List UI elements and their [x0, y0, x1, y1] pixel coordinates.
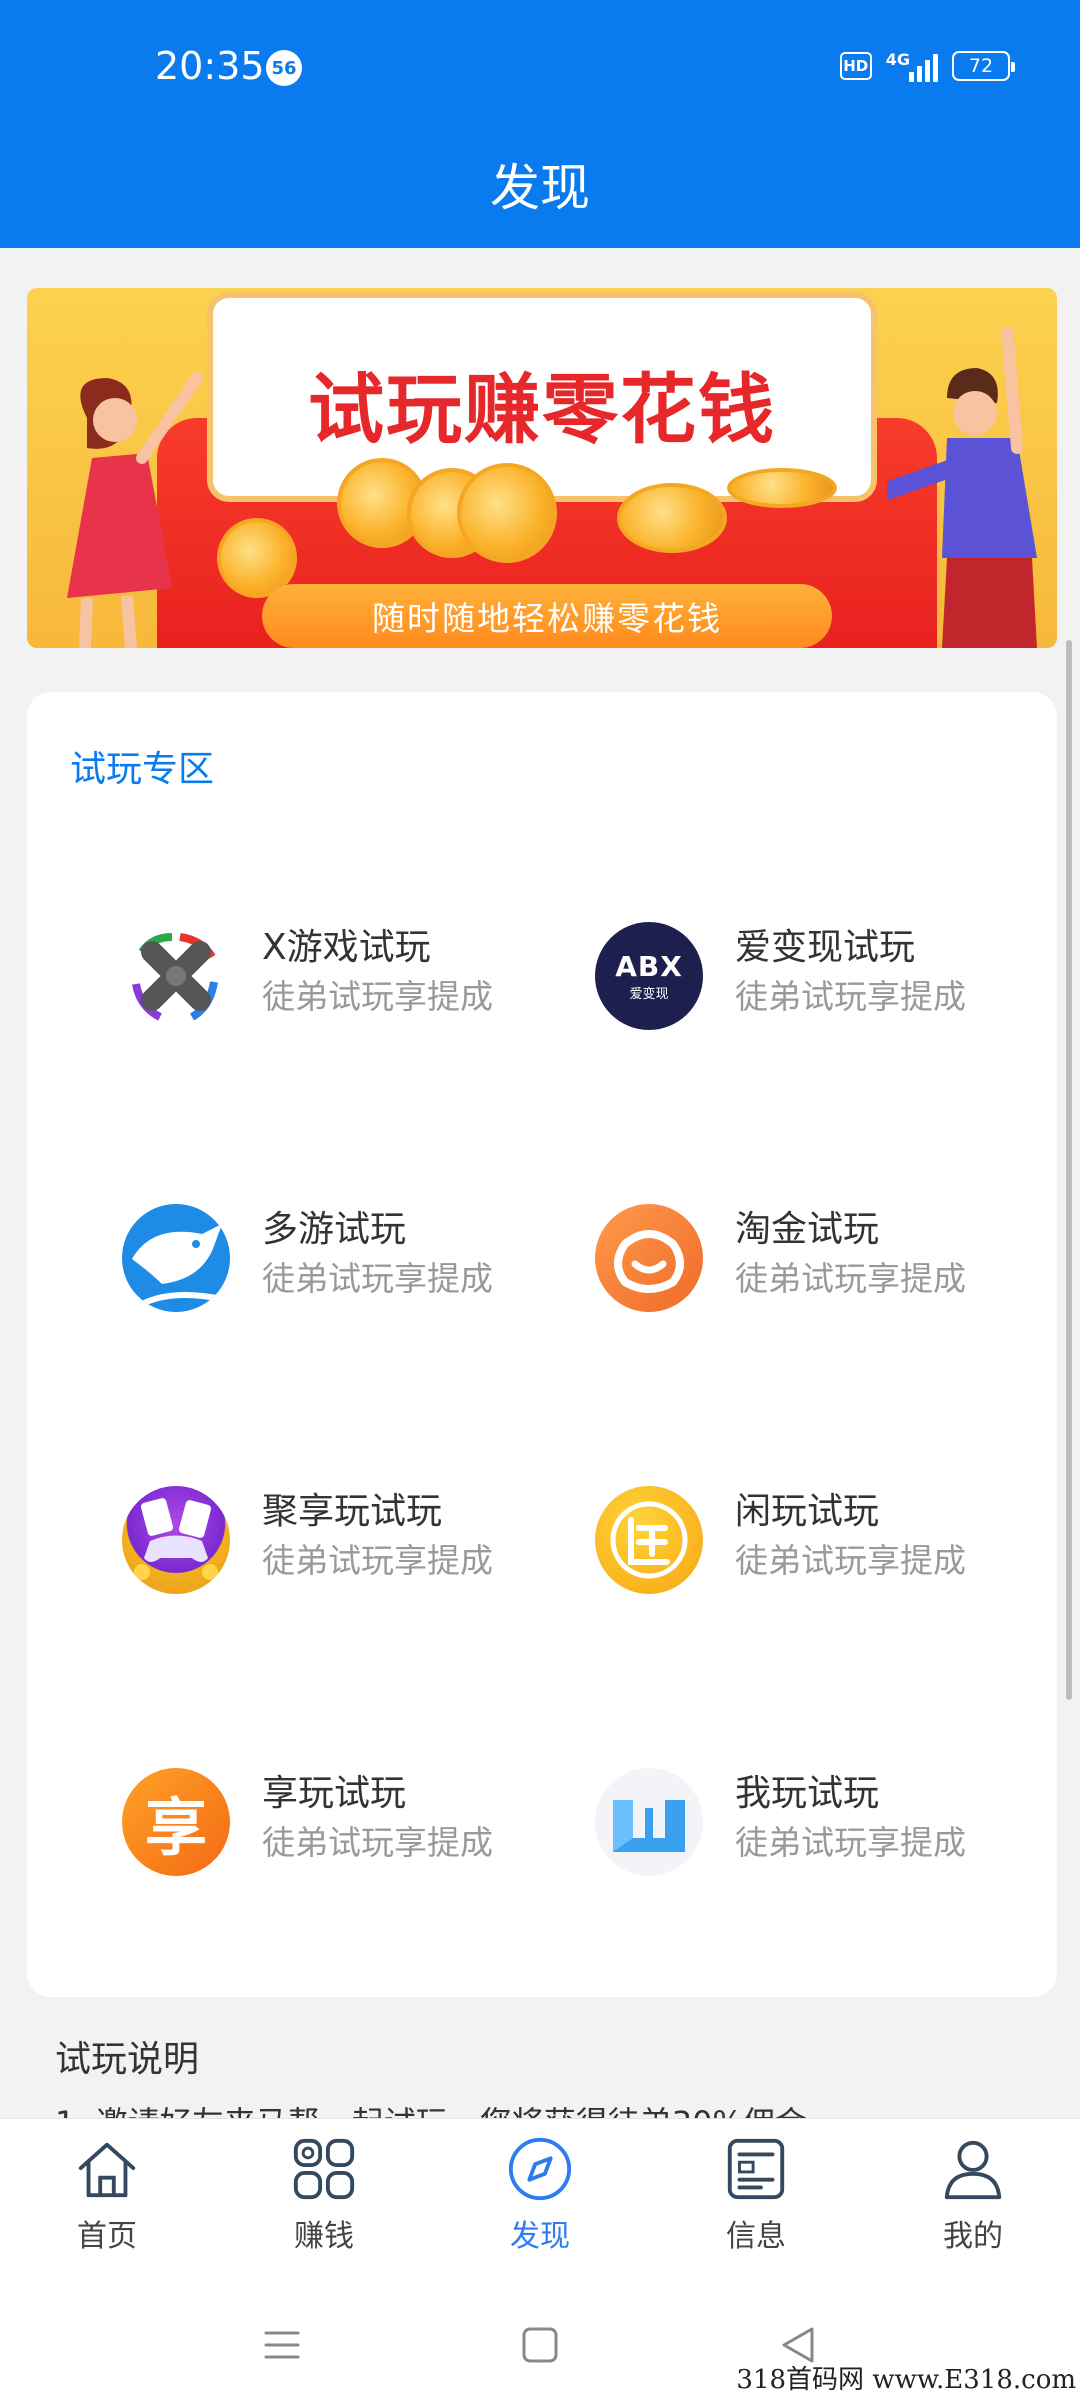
gamepad-cards-icon: [122, 1486, 230, 1594]
tab-home[interactable]: 首页: [27, 2135, 187, 2255]
tab-label: 首页: [77, 2219, 137, 2254]
compass-icon: [508, 2137, 572, 2201]
status-icons: HD 4G 72: [839, 50, 1015, 82]
trial-item-name: 爱变现试玩: [735, 927, 916, 968]
trial-item-desc: 徒弟试玩享提成: [735, 1541, 966, 1580]
tab-earn[interactable]: 赚钱: [244, 2135, 404, 2255]
grid-icon: [293, 2138, 355, 2200]
scrollbar[interactable]: [1066, 640, 1072, 1700]
w-logo-icon: [595, 1768, 703, 1876]
trial-item-desc: 徒弟试玩享提成: [262, 1259, 493, 1298]
news-icon: [727, 2138, 785, 2200]
trial-item-abx[interactable]: ABX 爱变现 爱变现试玩 徒弟试玩享提成: [595, 914, 1035, 1034]
banner-headline: 试玩赚零花钱: [308, 365, 776, 454]
banner-subtitle: 随时随地轻松赚零花钱: [262, 584, 832, 648]
abx-icon-text: ABX: [615, 950, 683, 983]
trial-item-name: 我玩试玩: [735, 1773, 880, 1814]
tab-label: 赚钱: [294, 2219, 354, 2254]
dolphin-icon: [122, 1204, 230, 1312]
notification-badge: 56: [266, 50, 302, 86]
tab-news[interactable]: 信息: [676, 2135, 836, 2255]
section-title: 试玩专区: [70, 749, 215, 790]
trial-item-name: 淘金试玩: [735, 1209, 880, 1250]
xianwan-coin-icon: [595, 1486, 703, 1594]
trial-item-name: X游戏试玩: [262, 927, 431, 968]
trial-item-name: 多游试玩: [262, 1209, 407, 1250]
trial-item-name: 闲玩试玩: [735, 1491, 880, 1532]
tab-discover[interactable]: 发现: [460, 2135, 620, 2255]
home-icon: [78, 2142, 136, 2198]
trial-item-desc: 徒弟试玩享提成: [735, 1823, 966, 1862]
trial-item-xiangwan[interactable]: 享 享玩试玩 徒弟试玩享提成: [122, 1760, 562, 1880]
trial-item-desc: 徒弟试玩享提成: [262, 1541, 493, 1580]
tab-profile[interactable]: 我的: [893, 2135, 1053, 2255]
battery-icon: 72: [952, 51, 1015, 81]
x-game-icon: [122, 922, 230, 1030]
coin-icon: [457, 463, 557, 563]
trial-item-juxiangwan[interactable]: 聚享玩试玩 徒弟试玩享提成: [122, 1478, 562, 1598]
tab-label: 发现: [510, 2219, 570, 2254]
home-button[interactable]: [505, 2310, 575, 2380]
abx-icon-sub: 爱变现: [629, 987, 669, 1002]
status-time: 20:35: [155, 44, 265, 88]
trial-item-name: 聚享玩试玩: [262, 1491, 443, 1532]
trial-item-taojin[interactable]: 淘金试玩 徒弟试玩享提成: [595, 1196, 1035, 1316]
trial-section: 试玩专区 X游戏试玩 徒弟试玩享提成 ABX 爱变现 爱变现试玩 徒弟试玩享提成: [27, 692, 1057, 1997]
page-title: 发现: [490, 159, 590, 217]
girl-illustration-icon: [67, 372, 203, 648]
menu-button[interactable]: [247, 2310, 317, 2380]
trial-item-desc: 徒弟试玩享提成: [735, 1259, 966, 1298]
coin-icon: [617, 483, 727, 553]
signal-icon: 4G: [886, 50, 938, 82]
xiang-icon: 享: [122, 1768, 230, 1876]
trial-item-x-game[interactable]: X游戏试玩 徒弟试玩享提成: [122, 914, 562, 1034]
tab-label: 我的: [943, 2219, 1003, 2254]
xiang-icon-text: 享: [144, 1791, 207, 1864]
trial-item-duoyou[interactable]: 多游试玩 徒弟试玩享提成: [122, 1196, 562, 1316]
user-icon: [944, 2140, 1002, 2200]
bottom-tab-bar: 首页 赚钱 发现 信息 我的: [0, 2118, 1080, 2288]
explanation-text: 1. 邀请好友来马帮一起试玩，您将获得徒弟30%佣金: [55, 2098, 1055, 2120]
network-label: 4G: [885, 50, 910, 69]
tab-label: 信息: [726, 2219, 786, 2254]
abx-icon: ABX 爱变现: [595, 922, 703, 1030]
gold-bag-icon: [595, 1204, 703, 1312]
watermark: 318首码网 www.E318.com: [736, 2365, 1076, 2395]
trial-item-desc: 徒弟试玩享提成: [262, 1823, 493, 1862]
trial-item-desc: 徒弟试玩享提成: [735, 977, 966, 1016]
promo-banner[interactable]: 试玩赚零花钱 随时随地轻松赚零花钱: [27, 288, 1057, 648]
trial-item-desc: 徒弟试玩享提成: [262, 977, 493, 1016]
square-icon: [522, 2327, 558, 2363]
explanation-title: 试玩说明: [55, 2039, 200, 2080]
hd-icon: HD: [839, 52, 872, 80]
boy-illustration-icon: [887, 328, 1037, 648]
header: 20:35 56 HD 4G 72 发现: [0, 0, 1080, 248]
trial-item-name: 享玩试玩: [262, 1773, 407, 1814]
trial-item-wowan[interactable]: 我玩试玩 徒弟试玩享提成: [595, 1760, 1035, 1880]
menu-icon: [264, 2331, 300, 2359]
coin-icon: [727, 468, 837, 508]
trial-item-xianwan[interactable]: 闲玩试玩 徒弟试玩享提成: [595, 1478, 1035, 1598]
